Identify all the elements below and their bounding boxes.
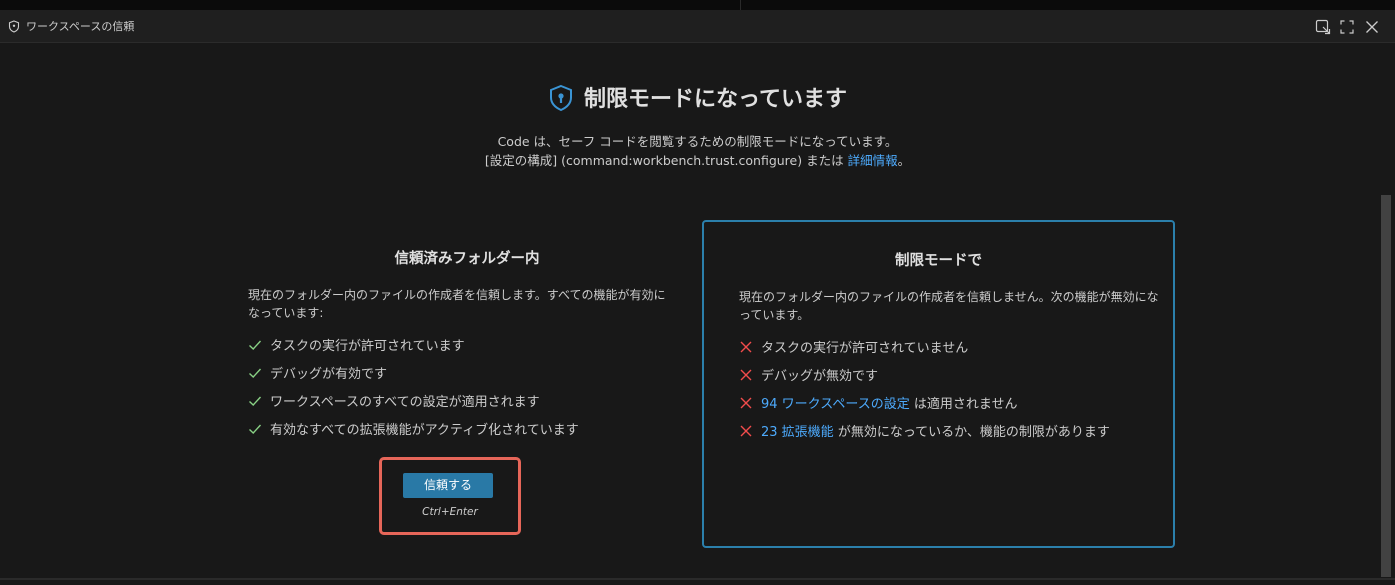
cross-icon: [740, 341, 752, 353]
trusted-item-label: デバッグが有効です: [270, 367, 388, 382]
open-changes-icon[interactable]: [1314, 18, 1332, 36]
restricted-card-title: 制限モードで: [895, 253, 982, 269]
tab-title[interactable]: ワークスペースの信頼: [26, 19, 134, 34]
learn-more-link[interactable]: 詳細情報: [848, 153, 898, 168]
workspace-settings-link[interactable]: 94 ワークスペースの設定: [761, 397, 910, 412]
list-item: タスクの実行が許可されています: [248, 337, 579, 365]
page-title-text: 制限モードになっています: [584, 87, 847, 112]
page-title: 制限モードになっています: [0, 84, 1395, 115]
trusted-item-label: ワークスペースのすべての設定が適用されます: [270, 395, 540, 410]
list-item: 23 拡張機能 が無効になっているか、機能の制限があります: [739, 423, 1110, 451]
top-strip: [0, 0, 1395, 10]
top-strip-segment: [0, 0, 741, 10]
shield-icon: [8, 20, 20, 33]
restricted-item-label: デバッグが無効です: [761, 369, 879, 384]
check-icon: [249, 368, 262, 378]
extensions-link[interactable]: 23 拡張機能: [761, 425, 834, 440]
restricted-card-description: 現在のフォルダー内のファイルの作成者を信頼しません。次の機能が無効になっています…: [739, 290, 1159, 322]
list-item: タスクの実行が許可されていません: [739, 339, 1110, 367]
list-item: ワークスペースのすべての設定が適用されます: [248, 393, 579, 421]
check-icon: [249, 396, 262, 406]
cross-icon: [740, 369, 752, 381]
trusted-card-description: 現在のフォルダー内のファイルの作成者を信頼します。すべての機能が有効になっていま…: [248, 288, 666, 320]
maximize-icon[interactable]: [1338, 18, 1356, 36]
trust-button[interactable]: 信頼する: [403, 473, 493, 498]
trusted-feature-list: タスクの実行が許可されています デバッグが有効です ワークスペースのすべての設定…: [248, 337, 579, 449]
trusted-item-label: タスクの実行が許可されています: [270, 339, 465, 354]
list-item: デバッグが無効です: [739, 367, 1110, 395]
restricted-feature-list: タスクの実行が許可されていません デバッグが無効です 94 ワークスペースの設定…: [739, 339, 1110, 451]
restricted-item-label: は適用されません: [909, 397, 1018, 412]
editor-tab-bar: ワークスペースの信頼: [0, 10, 1395, 43]
trusted-card-title: 信頼済みフォルダー内: [394, 251, 540, 267]
vertical-scrollbar[interactable]: [1381, 195, 1391, 577]
bottom-divider: [0, 578, 1395, 580]
restricted-item-label: タスクの実行が許可されていません: [761, 341, 969, 356]
description-configure-text: [設定の構成] (command:workbench.trust.configu…: [484, 153, 848, 168]
check-icon: [249, 340, 262, 350]
trust-shortcut-hint: Ctrl+Enter: [422, 506, 478, 518]
page-description: Code は、セーフ コードを閲覧するための制限モードになっています。 [設定の…: [0, 132, 1395, 170]
description-suffix: 。: [897, 153, 911, 168]
check-icon: [249, 424, 262, 434]
description-line-1: Code は、セーフ コードを閲覧するための制限モードになっています。: [497, 134, 898, 149]
list-item: 有効なすべての拡張機能がアクティブ化されています: [248, 421, 579, 449]
restricted-item-label: が無効になっているか、機能の制限があります: [833, 425, 1110, 440]
cross-icon: [740, 425, 752, 437]
close-icon[interactable]: [1363, 18, 1381, 36]
trusted-item-label: 有効なすべての拡張機能がアクティブ化されています: [270, 423, 579, 438]
list-item: デバッグが有効です: [248, 365, 579, 393]
list-item: 94 ワークスペースの設定 は適用されません: [739, 395, 1110, 423]
cross-icon: [740, 397, 752, 409]
restricted-mode-card: 制限モードで 現在のフォルダー内のファイルの作成者を信頼しません。次の機能が無効…: [702, 220, 1175, 548]
shield-lock-icon: [550, 84, 573, 112]
description-line-2: [設定の構成] (command:workbench.trust.configu…: [0, 151, 1395, 170]
